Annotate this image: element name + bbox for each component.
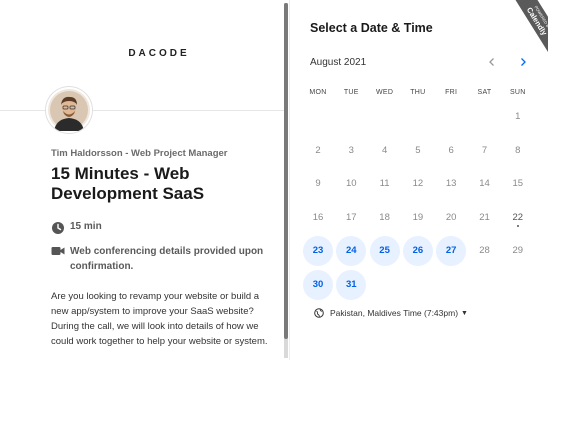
caret-down-icon: ▼ <box>461 309 468 317</box>
video-camera-icon <box>51 247 65 255</box>
calendar-day-1: 1 <box>515 111 521 122</box>
booking-card: DACODE Tim Haldorsson - Web Project Mana… <box>0 0 548 360</box>
weekday-wed: WED <box>375 89 394 96</box>
calendar-day-13: 13 <box>445 178 457 189</box>
calendar-day-20: 20 <box>445 211 457 223</box>
calendar-day-18: 18 <box>379 211 390 223</box>
calendar-day-31[interactable]: 31 <box>336 269 367 300</box>
calendar-day-26[interactable]: 26 <box>402 236 433 266</box>
powered-by-calendly-badge[interactable]: POWERED BY Calendly <box>495 0 548 60</box>
weekday-sat: SAT <box>477 89 492 96</box>
calendar-day-27[interactable]: 27 <box>436 236 467 266</box>
event-title: 15 Minutes - Web Development SaaS <box>51 164 205 203</box>
calendar-day-2: 2 <box>315 144 321 156</box>
brand-logo: DACODE <box>128 48 190 59</box>
calendar-day-17: 17 <box>346 211 357 223</box>
calendar-day-16: 16 <box>312 211 324 223</box>
avatar-photo <box>48 89 90 131</box>
calendar-day-30[interactable]: 30 <box>303 269 333 300</box>
calendar-day-19: 19 <box>412 211 424 223</box>
calendar-day-7: 7 <box>481 144 488 156</box>
calendar-day-9: 9 <box>315 178 321 189</box>
calendar-day-28: 28 <box>479 245 490 256</box>
calendar-day-23[interactable]: 23 <box>303 236 333 266</box>
timezone-text: Pakistan, Maldives Time (7:43pm) <box>330 308 459 318</box>
weekday-thu: THU <box>410 89 426 96</box>
calendar-day-21: 21 <box>479 211 490 223</box>
calendar-day-6: 6 <box>448 144 454 156</box>
calendar-day-5: 5 <box>415 144 421 156</box>
location-text: Web conferencing details provided upon c… <box>70 246 264 272</box>
weekday-tue: TUE <box>343 89 359 96</box>
calendar-day-8: 8 <box>515 144 521 156</box>
calendar-day-22: 22 <box>503 203 533 233</box>
event-description: Are you looking to revamp your website o… <box>51 291 268 347</box>
location-row: Web conferencing details provided upon c… <box>51 244 276 274</box>
scrollbar-thumb[interactable] <box>284 3 288 339</box>
clock-icon <box>52 222 64 234</box>
avatar <box>46 87 92 133</box>
header-divider <box>0 110 288 111</box>
duration-row: 15 min <box>51 221 102 235</box>
calendar-day-25[interactable]: 25 <box>369 236 400 266</box>
calendar-day-4: 4 <box>381 144 388 156</box>
calendar-day-14: 14 <box>479 178 490 189</box>
timezone-selector[interactable]: Pakistan, Maldives Time (7:43pm) ▼ <box>314 308 468 318</box>
weekday-fri: FRI <box>445 89 458 96</box>
calendar-day-15: 15 <box>512 178 524 189</box>
event-details-panel: DACODE Tim Haldorsson - Web Project Mana… <box>0 0 288 360</box>
duration-text: 15 min <box>70 221 102 232</box>
calendar-day-12: 12 <box>412 178 424 189</box>
weekday-sun: SUN <box>509 89 526 96</box>
globe-icon <box>314 308 324 318</box>
calendar-day-3: 3 <box>348 144 354 156</box>
calendar-day-11: 11 <box>379 178 390 189</box>
weekday-mon: MON <box>309 89 327 96</box>
picker-heading: Select a Date & Time <box>310 21 433 35</box>
calendar-day-10: 10 <box>346 178 357 189</box>
month-label: August 2021 <box>310 57 367 68</box>
event-owner: Tim Haldorsson - Web Project Manager <box>51 148 228 159</box>
calendar-day-24[interactable]: 24 <box>336 236 367 266</box>
calendar-day-29: 29 <box>512 245 524 256</box>
